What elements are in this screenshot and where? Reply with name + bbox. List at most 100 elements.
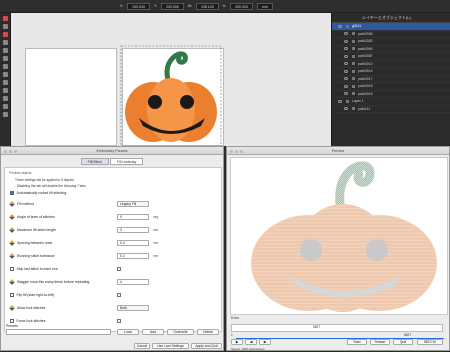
visibility-eye-icon[interactable]	[344, 54, 348, 58]
tab-fill-stitch[interactable]: Fill/Stitch	[80, 158, 109, 165]
visibility-eye-icon[interactable]	[344, 77, 348, 81]
pencil-icon[interactable]	[9, 279, 15, 285]
zoom-dot-icon[interactable]	[240, 149, 243, 153]
lock-icon[interactable]	[352, 39, 355, 43]
lock-icon[interactable]	[352, 107, 355, 111]
pencil-tool-icon[interactable]	[3, 72, 8, 77]
close-dot-icon[interactable]	[4, 149, 7, 153]
x-field[interactable]: 200.000	[127, 2, 150, 10]
param-enable-checkbox[interactable]	[10, 319, 14, 323]
lock-icon[interactable]	[352, 32, 355, 36]
lock-icon[interactable]	[352, 84, 355, 88]
object-row[interactable]: path3010	[332, 61, 450, 68]
load-button[interactable]: Load	[117, 329, 139, 335]
minimize-dot-icon[interactable]	[9, 149, 12, 153]
param-combo[interactable]: Legacy Fill	[117, 201, 149, 207]
param-enable-checkbox[interactable]	[10, 293, 14, 297]
delete-button[interactable]: Delete	[197, 329, 219, 335]
text-tool-icon[interactable]	[3, 80, 8, 85]
tab-fill-underlay[interactable]: Fill Underlay	[109, 158, 144, 165]
lock-icon[interactable]	[352, 69, 355, 73]
node-tool-icon[interactable]	[3, 24, 8, 29]
object-row[interactable]: path3014	[332, 68, 450, 76]
slider-track[interactable]	[231, 324, 444, 339]
ellipse-tool-icon[interactable]	[3, 40, 8, 45]
stitch-preview-area[interactable]	[230, 157, 448, 315]
play-button[interactable]: ▶	[231, 339, 243, 345]
lock-icon[interactable]	[346, 24, 349, 28]
pencil-icon[interactable]	[9, 240, 15, 246]
h-field[interactable]: 200.000	[230, 2, 253, 10]
overwrite-button[interactable]: Overwrite	[167, 329, 194, 335]
visibility-eye-icon[interactable]	[344, 84, 348, 88]
param-combo[interactable]: Both	[117, 305, 149, 311]
presets-combo[interactable]	[6, 329, 111, 335]
pencil-icon[interactable]	[9, 201, 15, 207]
start-button[interactable]: Start	[347, 339, 367, 345]
param-field[interactable]: 0	[117, 214, 149, 220]
visibility-eye-icon[interactable]	[338, 24, 342, 28]
visibility-eye-icon[interactable]	[338, 99, 342, 103]
param-checkbox[interactable]	[117, 319, 121, 323]
pencil-icon[interactable]	[9, 305, 15, 311]
lock-icon[interactable]	[352, 62, 355, 66]
object-row[interactable]: g3111	[332, 23, 450, 31]
lock-icon[interactable]	[352, 77, 355, 81]
object-row[interactable]: Layer 1	[332, 98, 450, 106]
pen-tool-icon[interactable]	[3, 64, 8, 69]
lock-icon[interactable]	[352, 47, 355, 51]
gradient-tool-icon[interactable]	[3, 88, 8, 93]
pencil-icon[interactable]	[9, 253, 15, 259]
lock-icon[interactable]	[352, 54, 355, 58]
restart-button[interactable]: Restart	[370, 339, 390, 345]
param-checkbox[interactable]	[117, 293, 121, 297]
param-field[interactable]: 4	[117, 279, 149, 285]
visibility-eye-icon[interactable]	[344, 69, 348, 73]
object-row[interactable]: path3016	[332, 83, 450, 91]
object-row[interactable]: path3017	[332, 76, 450, 83]
zoom-tool-icon[interactable]	[3, 104, 8, 109]
visibility-eye-icon[interactable]	[344, 32, 348, 36]
visibility-eye-icon[interactable]	[344, 92, 348, 96]
auto-fill-row[interactable]: Automatically routed fill stitching	[10, 189, 220, 197]
add-button[interactable]: Add	[142, 329, 164, 335]
param-field[interactable]: 3	[117, 227, 149, 233]
object-row[interactable]: path3062	[332, 38, 450, 46]
object-row[interactable]: path3060	[332, 46, 450, 53]
object-row[interactable]: path3094	[332, 31, 450, 38]
step-forward-button[interactable]: ▶	[259, 339, 271, 345]
y-field[interactable]: 200.000	[161, 2, 184, 10]
object-row[interactable]: path3087	[332, 53, 450, 61]
pumpkin-drawing[interactable]	[115, 40, 227, 146]
pencil-icon[interactable]	[9, 214, 15, 220]
minimize-dot-icon[interactable]	[235, 149, 238, 153]
visibility-eye-icon[interactable]	[344, 39, 348, 43]
measure-tool-icon[interactable]	[3, 112, 8, 117]
visibility-eye-icon[interactable]	[344, 107, 348, 111]
lock-icon[interactable]	[346, 99, 349, 103]
object-row[interactable]: path111	[332, 106, 450, 113]
quit-button[interactable]: Quit	[393, 339, 413, 345]
param-field[interactable]: 0.2	[117, 253, 149, 259]
step-back-button[interactable]: ◀	[245, 339, 257, 345]
param-enable-checkbox[interactable]	[10, 267, 14, 271]
pencil-icon[interactable]	[9, 227, 15, 233]
unit-select[interactable]: mm	[256, 2, 273, 10]
zoom-dot-icon[interactable]	[14, 149, 17, 153]
auto-fill-checkbox[interactable]	[10, 191, 14, 195]
w-field[interactable]: 108.143	[195, 2, 219, 10]
param-checkbox[interactable]	[117, 267, 121, 271]
visibility-eye-icon[interactable]	[344, 47, 348, 51]
param-field[interactable]: 0.4	[117, 240, 149, 246]
visibility-eye-icon[interactable]	[344, 62, 348, 66]
cancel-button[interactable]: Cancel	[134, 343, 150, 349]
lock-icon[interactable]	[352, 92, 355, 96]
stitch-count-field[interactable]: 5827/10	[417, 339, 443, 345]
object-row[interactable]: path3015	[332, 91, 450, 98]
rect-tool-icon[interactable]	[3, 32, 8, 37]
use-last-settings-button[interactable]: Use Last Settings	[152, 343, 189, 349]
star-tool-icon[interactable]	[3, 48, 8, 53]
close-dot-icon[interactable]	[230, 149, 233, 153]
apply-and-quit-button[interactable]: Apply and Quit	[191, 343, 222, 349]
selector-tool-icon[interactable]	[3, 16, 8, 21]
